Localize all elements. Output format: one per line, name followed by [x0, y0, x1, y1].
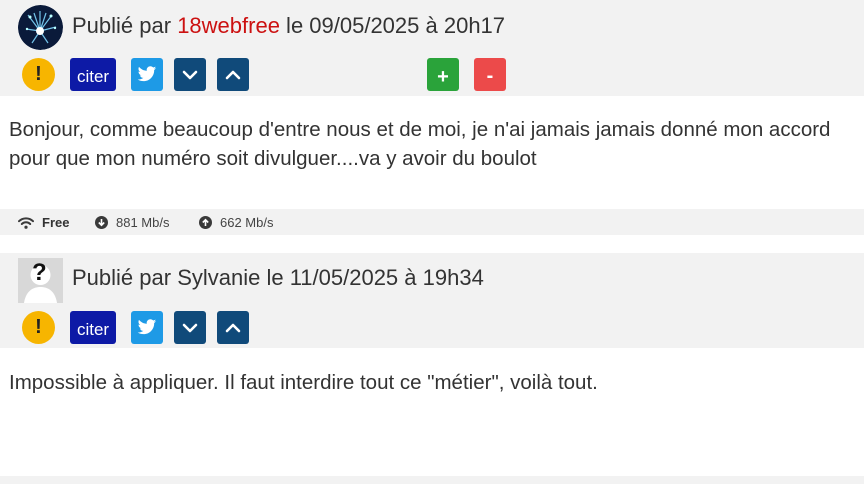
downvote-button[interactable]: - [474, 58, 506, 91]
avatar-placeholder-mark: ? [32, 259, 47, 286]
fireworks-avatar-icon[interactable] [18, 5, 63, 50]
alert-icon: ! [35, 316, 42, 338]
author-link[interactable]: Sylvanie [177, 265, 260, 290]
next-post-button[interactable] [174, 58, 206, 91]
download-arrow-icon [95, 216, 108, 229]
twitter-bird-icon [137, 319, 157, 335]
byline-prefix: Publié par [72, 265, 178, 290]
alert-icon: ! [35, 63, 42, 85]
connection-info: Free 881 Mb/s 662 Mb/s [0, 209, 864, 235]
chevron-up-icon [225, 323, 241, 332]
post-body: Impossible à appliquer. Il faut interdir… [9, 371, 598, 394]
post-actions: ! citer + - [0, 58, 864, 92]
byline-prefix: Publié par [72, 13, 178, 38]
upvote-button[interactable]: + [427, 58, 459, 91]
upload-arrow-icon [199, 216, 212, 229]
chevron-up-icon [225, 70, 241, 79]
previous-post-button[interactable] [217, 58, 249, 91]
upload-speed-value: 662 Mb/s [220, 215, 274, 230]
next-post-header [0, 476, 864, 484]
wifi-icon [18, 216, 34, 229]
twitter-share-button[interactable] [131, 311, 163, 344]
download-speed: 881 Mb/s [95, 215, 169, 230]
author-link[interactable]: 18webfree [177, 13, 280, 38]
report-button[interactable]: ! [22, 311, 55, 344]
twitter-bird-icon [137, 66, 157, 82]
download-speed-value: 881 Mb/s [116, 215, 170, 230]
report-button[interactable]: ! [22, 58, 55, 91]
cite-button[interactable]: citer [70, 311, 116, 344]
isp-info: Free [18, 215, 69, 230]
cite-button[interactable]: citer [70, 58, 116, 91]
chevron-down-icon [182, 323, 198, 332]
post-actions: ! citer [0, 311, 864, 345]
byline-date: le 09/05/2025 à 20h17 [279, 13, 506, 38]
previous-post-button[interactable] [217, 311, 249, 344]
twitter-share-button[interactable] [131, 58, 163, 91]
post-byline: Publié par 18webfree le 09/05/2025 à 20h… [72, 13, 505, 39]
post-byline: Publié par Sylvanie le 11/05/2025 à 19h3… [72, 265, 484, 291]
upload-speed: 662 Mb/s [199, 215, 273, 230]
next-post-button[interactable] [174, 311, 206, 344]
byline-date: le 11/05/2025 à 19h34 [260, 265, 484, 290]
post-body: Bonjour, comme beaucoup d'entre nous et … [9, 118, 831, 170]
post-header: Publié par 18webfree le 09/05/2025 à 20h… [0, 0, 864, 96]
question-avatar-icon[interactable]: ? [18, 258, 63, 303]
chevron-down-icon [182, 70, 198, 79]
isp-name: Free [42, 215, 70, 230]
